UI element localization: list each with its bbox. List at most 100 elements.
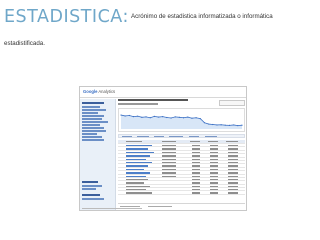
column-header[interactable] bbox=[226, 141, 238, 143]
table-cell bbox=[228, 145, 238, 147]
table-cell bbox=[162, 151, 176, 154]
sidebar bbox=[80, 99, 116, 210]
chart-point[interactable] bbox=[128, 114, 130, 117]
report-panel bbox=[118, 99, 246, 210]
tab[interactable] bbox=[169, 136, 183, 138]
chart-point[interactable] bbox=[170, 117, 172, 119]
chart-point[interactable] bbox=[187, 116, 189, 118]
tab[interactable] bbox=[189, 136, 199, 138]
sidebar-item[interactable] bbox=[82, 136, 102, 138]
date-range-picker[interactable] bbox=[219, 100, 245, 106]
sidebar-heading bbox=[82, 181, 98, 183]
chart-point[interactable] bbox=[162, 116, 164, 118]
chart-point[interactable] bbox=[149, 117, 151, 119]
chart-point[interactable] bbox=[120, 114, 122, 116]
chart-point[interactable] bbox=[203, 122, 206, 124]
tab[interactable] bbox=[154, 136, 164, 138]
sidebar-item[interactable] bbox=[82, 198, 104, 200]
table-cell bbox=[192, 168, 200, 171]
table-cell bbox=[192, 161, 200, 164]
chart-point[interactable] bbox=[137, 115, 139, 117]
row-link[interactable] bbox=[126, 172, 150, 174]
chart-point[interactable] bbox=[216, 124, 218, 126]
table-row[interactable] bbox=[118, 191, 245, 195]
column-header[interactable] bbox=[126, 141, 142, 143]
chart-point[interactable] bbox=[208, 123, 210, 125]
table-cell bbox=[162, 165, 176, 167]
table-cell bbox=[192, 172, 200, 174]
table-cell bbox=[210, 155, 218, 157]
chart-point[interactable] bbox=[166, 116, 168, 119]
traffic-chart bbox=[118, 108, 245, 132]
sidebar-item[interactable] bbox=[82, 106, 100, 108]
table-cell bbox=[210, 172, 218, 174]
table-cell bbox=[126, 192, 152, 194]
table-cell bbox=[192, 155, 200, 157]
sidebar-item[interactable] bbox=[82, 112, 98, 114]
column-header[interactable] bbox=[190, 141, 200, 143]
table-cell bbox=[192, 192, 200, 194]
column-header[interactable] bbox=[208, 141, 218, 143]
row-link[interactable] bbox=[126, 145, 152, 147]
table-cell bbox=[228, 161, 238, 164]
row-link[interactable] bbox=[126, 148, 148, 150]
page-nav[interactable] bbox=[148, 206, 172, 208]
table-cell bbox=[162, 145, 176, 147]
sidebar-item[interactable] bbox=[82, 130, 106, 132]
tab[interactable] bbox=[122, 136, 132, 138]
report-subtitle bbox=[118, 103, 158, 105]
tab[interactable] bbox=[137, 136, 149, 138]
sidebar-item[interactable] bbox=[82, 109, 106, 111]
logo-brand: Google bbox=[83, 89, 98, 94]
row-link[interactable] bbox=[126, 155, 150, 157]
chart-point[interactable] bbox=[220, 124, 222, 126]
table-cell bbox=[228, 155, 238, 157]
chart-point[interactable] bbox=[132, 116, 135, 118]
chart-point[interactable] bbox=[153, 115, 155, 117]
sidebar-item[interactable] bbox=[82, 139, 104, 141]
sidebar-heading bbox=[82, 102, 104, 104]
chart-point[interactable] bbox=[124, 115, 126, 117]
sidebar-item[interactable] bbox=[82, 124, 100, 126]
chart-point[interactable] bbox=[141, 116, 143, 118]
row-link[interactable] bbox=[126, 158, 146, 160]
chart-point[interactable] bbox=[157, 116, 160, 118]
chart-point[interactable] bbox=[241, 124, 243, 126]
chart-point[interactable] bbox=[195, 117, 197, 119]
sidebar-item[interactable] bbox=[82, 121, 108, 123]
slide-title: ESTADISTICA: bbox=[4, 7, 129, 27]
row-link[interactable] bbox=[126, 165, 148, 167]
chart-point[interactable] bbox=[199, 118, 201, 120]
chart-point[interactable] bbox=[178, 116, 181, 118]
chart-point[interactable] bbox=[174, 116, 176, 118]
chart-point[interactable] bbox=[237, 125, 239, 127]
sidebar-item[interactable] bbox=[82, 185, 102, 187]
table-cell bbox=[210, 189, 218, 191]
tab[interactable] bbox=[205, 136, 217, 138]
sidebar-item[interactable] bbox=[82, 115, 104, 117]
chart-point[interactable] bbox=[224, 124, 226, 126]
sidebar-heading bbox=[82, 194, 100, 196]
table-cell bbox=[192, 151, 200, 154]
table-cell bbox=[228, 172, 238, 174]
sidebar-item[interactable] bbox=[82, 127, 104, 129]
table-cell bbox=[210, 185, 218, 188]
sidebar-item[interactable] bbox=[82, 133, 97, 135]
table-cell bbox=[162, 158, 176, 160]
data-table bbox=[118, 140, 245, 195]
sidebar-item[interactable] bbox=[82, 188, 96, 190]
table-cell bbox=[210, 161, 218, 164]
chart-point[interactable] bbox=[145, 116, 147, 118]
sidebar-item[interactable] bbox=[82, 118, 102, 120]
row-link[interactable] bbox=[126, 175, 146, 177]
row-link[interactable] bbox=[126, 161, 152, 164]
chart-point[interactable] bbox=[191, 117, 193, 119]
chart-point[interactable] bbox=[228, 124, 231, 126]
row-link[interactable] bbox=[126, 151, 154, 154]
column-header[interactable] bbox=[162, 141, 176, 143]
chart-point[interactable] bbox=[233, 124, 235, 126]
chart-point[interactable] bbox=[182, 117, 185, 119]
chart-point[interactable] bbox=[212, 123, 214, 126]
row-link[interactable] bbox=[126, 168, 144, 171]
report-tabs bbox=[118, 134, 245, 138]
